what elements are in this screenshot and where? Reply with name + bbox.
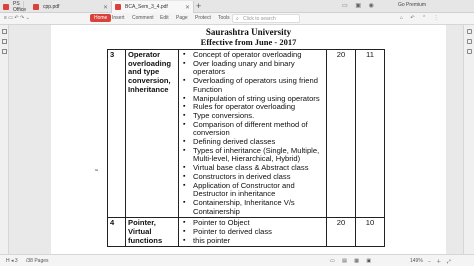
menu-edit[interactable]: Edit bbox=[160, 15, 169, 21]
page-count: /38 Pages bbox=[26, 258, 49, 264]
menu-home[interactable]: Home bbox=[90, 14, 112, 22]
properties-icon[interactable] bbox=[467, 29, 472, 34]
tab-label: BCA_Sem_3_4.pdf bbox=[125, 4, 168, 10]
topic-item: Application of Constructor and Destructo… bbox=[181, 181, 324, 199]
unit-number: 3 bbox=[107, 48, 126, 219]
effective-date-heading: Effective from June - 2017 bbox=[200, 37, 297, 47]
comment-icon[interactable] bbox=[2, 49, 7, 54]
view-mode-icons[interactable]: ▭ ▤ ▦ ▣ bbox=[330, 258, 374, 264]
share-icon[interactable] bbox=[467, 39, 472, 44]
topic-item: Comparison of different method of conver… bbox=[181, 120, 324, 138]
annotation-mark-icon: ˜ bbox=[95, 168, 98, 178]
unit-title: Operator overloading and type conversion… bbox=[125, 48, 179, 219]
menu-tools[interactable]: Tools bbox=[218, 15, 230, 21]
unit-hours: 20 bbox=[326, 217, 356, 248]
menu-protect[interactable]: Protect bbox=[195, 15, 211, 21]
search-placeholder: Click to search bbox=[243, 15, 276, 22]
search-icon: ⌕ bbox=[236, 16, 239, 22]
thumbnail-icon[interactable] bbox=[2, 29, 7, 34]
unit-topics: Concept of operator overloading Over loa… bbox=[178, 48, 327, 219]
unit-topics: Pointer to Object Pointer to derived cla… bbox=[178, 217, 327, 248]
university-heading: Saurashtra University bbox=[205, 27, 292, 37]
unit-title: Pointer, Virtual functions bbox=[125, 217, 179, 248]
search-box[interactable]: ⌕ Click to search bbox=[232, 14, 300, 23]
table-row: 3 Operator overloading and type conversi… bbox=[107, 48, 385, 219]
wps-logo-icon bbox=[3, 4, 9, 10]
topic-item: Types of inheritance (Single, Multiple, … bbox=[181, 146, 324, 164]
menu-bar: ≡ ▭ ↶ ↷ ⌄ Home Insert Comment Edit Page … bbox=[0, 13, 474, 25]
tab-label: cpp.pdf bbox=[43, 4, 60, 10]
menu-page[interactable]: Page bbox=[176, 15, 188, 21]
status-bar: H ◂ 3 /38 Pages ▭ ▤ ▦ ▣ 149% − ＋ ⤢ bbox=[0, 254, 474, 266]
topic-item: Overloading of operators using friend Fu… bbox=[181, 76, 324, 94]
bookmark-icon[interactable] bbox=[2, 39, 7, 44]
tab-wps-office[interactable]: PS Office bbox=[0, 1, 26, 13]
topic-item: Containership, Inheritance V/s Container… bbox=[181, 198, 324, 216]
topic-list: Concept of operator overloading Over loa… bbox=[181, 50, 324, 216]
menu-comment[interactable]: Comment bbox=[132, 15, 154, 21]
page-navigation[interactable]: H ◂ 3 bbox=[6, 258, 18, 264]
toolbar-right-icons[interactable]: ⌂ ↶ ⌃ ⋮ bbox=[400, 15, 442, 21]
close-icon[interactable]: ✕ bbox=[103, 4, 108, 11]
topic-item: Over loading unary and binary operators bbox=[181, 59, 324, 77]
pdf-icon bbox=[33, 4, 39, 10]
zoom-controls[interactable]: − ＋ ⤢ bbox=[428, 258, 453, 265]
menu-icons-left[interactable]: ≡ ▭ ↶ ↷ ⌄ bbox=[4, 15, 30, 21]
go-premium-button[interactable]: Go Premium bbox=[398, 2, 426, 8]
table-row: 4 Pointer, Virtual functions Pointer to … bbox=[107, 217, 385, 248]
tab-label: PS Office bbox=[13, 1, 26, 13]
unit-number: 4 bbox=[107, 217, 126, 248]
close-icon[interactable]: ✕ bbox=[185, 4, 190, 11]
topic-list: Pointer to Object Pointer to derived cla… bbox=[181, 219, 324, 246]
topic-item: this pointer bbox=[181, 236, 324, 246]
zoom-level[interactable]: 149% bbox=[410, 258, 423, 264]
document-viewer[interactable]: Saurashtra University Effective from Jun… bbox=[10, 25, 462, 254]
tab-cpp-pdf[interactable]: cpp.pdf ✕ bbox=[30, 1, 112, 13]
menu-insert[interactable]: Insert bbox=[112, 15, 125, 21]
unit-hours: 20 bbox=[326, 48, 356, 219]
window-tools-icons[interactable]: ▭ ▣ ◉ bbox=[342, 2, 377, 9]
tab-bca-sem-pdf[interactable]: BCA_Sem_3_4.pdf ✕ bbox=[112, 1, 194, 13]
right-panel bbox=[463, 25, 474, 254]
tab-bar: PS Office cpp.pdf ✕ BCA_Sem_3_4.pdf ✕ + … bbox=[0, 0, 474, 13]
unit-marks: 10 bbox=[355, 217, 385, 248]
syllabus-table: 3 Operator overloading and type conversi… bbox=[107, 48, 385, 248]
new-tab-icon[interactable]: + bbox=[196, 1, 201, 11]
unit-marks: 11 bbox=[355, 48, 385, 219]
settings-icon[interactable] bbox=[467, 49, 472, 54]
pdf-page: Saurashtra University Effective from Jun… bbox=[51, 25, 446, 254]
left-panel bbox=[0, 25, 9, 254]
pdf-icon bbox=[115, 4, 121, 10]
